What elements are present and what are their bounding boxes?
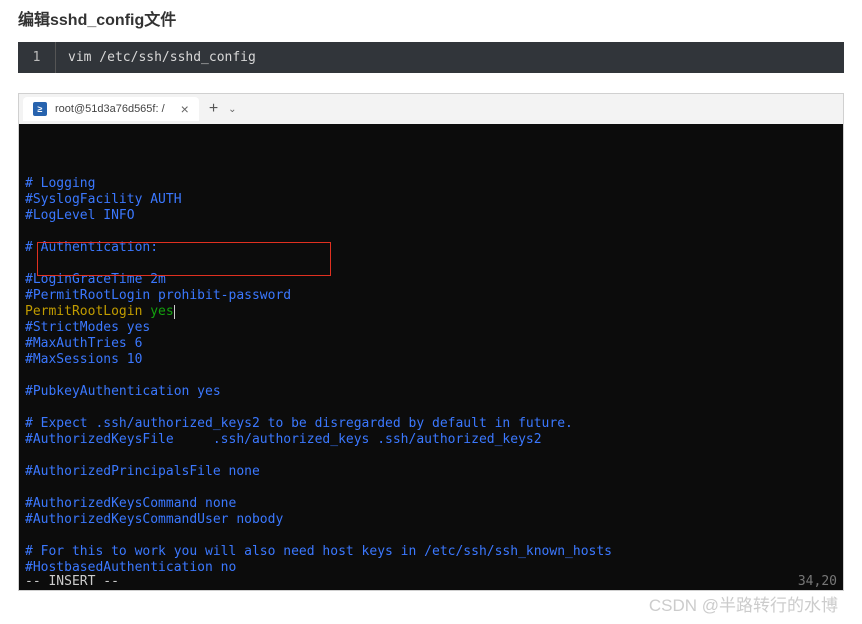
editor-line: # Logging [25,176,837,192]
editor-line: # Authentication: [25,240,837,256]
vim-cursor-position: 34,20 [798,574,837,590]
editor-line: #AuthorizedKeysCommand none [25,496,837,512]
editor-line [25,448,837,464]
code-block: 1 vim /etc/ssh/sshd_config [18,42,844,73]
watermark-text: CSDN @半路转行的水博 [649,591,838,616]
editor-line: #MaxAuthTries 6 [25,336,837,352]
page-heading: 编辑sshd_config文件 [0,0,862,42]
tab-title: root@51d3a76d565f: / [55,103,165,115]
terminal-tab[interactable]: ≥ root@51d3a76d565f: / × [23,97,199,121]
editor-line [25,368,837,384]
editor-line: # Expect .ssh/authorized_keys2 to be dis… [25,416,837,432]
editor-line: #AuthorizedKeysFile .ssh/authorized_keys… [25,432,837,448]
editor-line: #LogLevel INFO [25,208,837,224]
terminal-window: ≥ root@51d3a76d565f: / × + ⌄ # Logging#S… [18,93,844,591]
new-tab-button[interactable]: + [199,100,228,118]
editor-line: #LoginGraceTime 2m [25,272,837,288]
editor-line: #AuthorizedKeysCommandUser nobody [25,512,837,528]
vim-status-line: -- INSERT -- 34,20 [19,574,843,590]
terminal-content[interactable]: # Logging#SyslogFacility AUTH#LogLevel I… [19,124,843,590]
editor-line: PermitRootLogin yes [25,304,837,320]
editor-line: # For this to work you will also need ho… [25,544,837,560]
powershell-icon: ≥ [33,102,47,116]
editor-line: #MaxSessions 10 [25,352,837,368]
editor-line [25,480,837,496]
code-text: vim /etc/ssh/sshd_config [56,42,268,73]
vim-mode: -- INSERT -- [25,574,119,590]
tab-bar: ≥ root@51d3a76d565f: / × + ⌄ [19,94,843,124]
editor-line: #SyslogFacility AUTH [25,192,837,208]
editor-line: #PermitRootLogin prohibit-password [25,288,837,304]
code-line-number: 1 [18,42,56,73]
editor-line [25,400,837,416]
editor-line [25,528,837,544]
editor-line [25,224,837,240]
editor-line [25,256,837,272]
editor-line: #AuthorizedPrincipalsFile none [25,464,837,480]
editor-line: #StrictModes yes [25,320,837,336]
tab-dropdown-icon[interactable]: ⌄ [228,104,236,115]
editor-line: #PubkeyAuthentication yes [25,384,837,400]
close-icon[interactable]: × [181,101,189,117]
